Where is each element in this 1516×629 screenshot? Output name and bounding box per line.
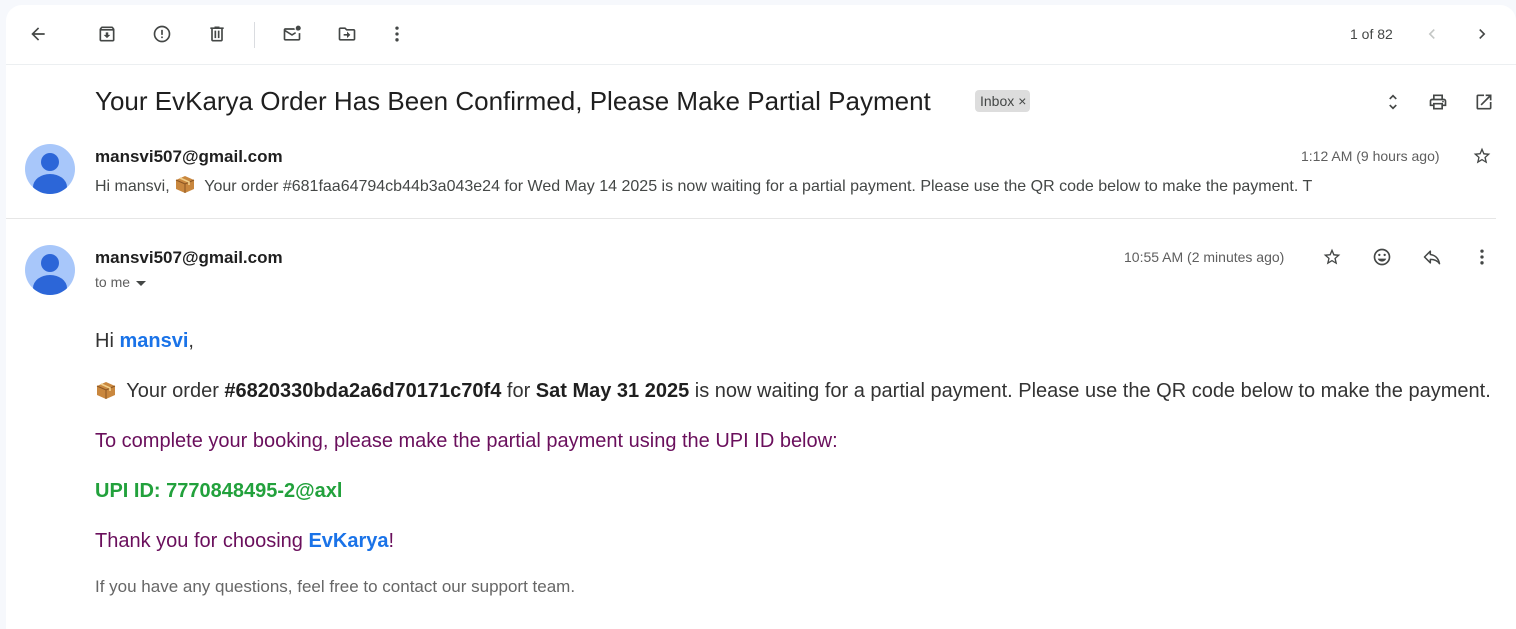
package-emoji-icon: [175, 176, 195, 193]
open-in-new-window-button[interactable]: [1464, 82, 1504, 122]
thank-you-line: Thank you for choosing EvKarya!: [95, 530, 394, 553]
star-icon: [1473, 147, 1491, 164]
expand-collapse-icon: [1389, 94, 1397, 110]
message-more-options-button[interactable]: [1462, 237, 1502, 277]
sender-avatar[interactable]: [25, 144, 75, 194]
star-button[interactable]: [1312, 237, 1352, 277]
star-icon: [1323, 248, 1341, 265]
upi-id: UPI ID: 7770848495-2@axl: [95, 480, 343, 502]
emoji-icon: [1373, 248, 1391, 266]
move-to-button[interactable]: [327, 14, 367, 54]
star-button[interactable]: [1462, 136, 1502, 176]
older-button[interactable]: [1462, 14, 1502, 54]
thanks-prefix: Thank you for choosing: [95, 530, 309, 552]
package-emoji-icon: [96, 382, 116, 399]
avatar-head-shape: [41, 153, 59, 171]
archive-icon: [99, 26, 115, 42]
mark-unread-icon: [283, 25, 301, 41]
report-spam-icon: [153, 25, 171, 43]
inbox-label-text: Inbox: [980, 93, 1015, 109]
mark-unread-button[interactable]: [272, 14, 312, 54]
print-button[interactable]: [1418, 82, 1458, 122]
greeting-suffix: ,: [188, 330, 194, 352]
order-text-end: is now waiting for a partial payment. Pl…: [689, 380, 1491, 402]
delete-button[interactable]: [197, 14, 237, 54]
move-to-icon: [338, 27, 356, 41]
delete-icon: [210, 26, 224, 42]
order-text-mid: for: [501, 380, 536, 402]
caret-down-icon: [136, 280, 147, 286]
order-id: #6820330bda2a6d70171c70f4: [224, 380, 502, 402]
payment-instruction: To complete your booking, please make th…: [95, 430, 838, 452]
more-vert-icon: [395, 26, 399, 42]
email-view: 1 of 82 Your EvKarya Order Has Been Conf…: [6, 5, 1516, 629]
recipient-text: to me: [95, 274, 131, 290]
email-subject: Your EvKarya Order Has Been Confirmed, P…: [95, 86, 931, 116]
message-divider: [6, 218, 1496, 219]
avatar-head-shape: [41, 254, 59, 272]
avatar-body-shape: [33, 275, 67, 295]
back-arrow-icon: [31, 27, 45, 41]
print-icon: [1429, 94, 1447, 110]
support-note: If you have any questions, feel free to …: [95, 577, 576, 596]
recipient-name: mansvi: [119, 330, 189, 352]
order-date: Sat May 31 2025: [535, 380, 690, 402]
toolbar-divider: [6, 64, 1516, 65]
order-status-line: Your order #6820330bda2a6d70171c70f4 for…: [95, 380, 1491, 403]
remove-label-button[interactable]: ×: [1018, 93, 1026, 109]
thanks-suffix: !: [388, 530, 395, 552]
newer-button[interactable]: [1412, 14, 1452, 54]
expand-all-button[interactable]: [1373, 82, 1413, 122]
message-snippet[interactable]: Hi mansvi, Your order #681faa64794cb44b3…: [95, 174, 1325, 196]
open-in-new-icon: [1476, 94, 1492, 110]
toolbar-separator: [254, 22, 255, 48]
order-text-start: Your order: [121, 380, 225, 402]
inbox-label-chip[interactable]: Inbox ×: [975, 90, 1031, 112]
recipient-details-toggle[interactable]: to me: [95, 274, 147, 290]
chevron-right-icon: [1479, 29, 1486, 39]
sender-avatar[interactable]: [25, 245, 75, 295]
message-time: 10:55 AM (2 minutes ago): [1124, 249, 1285, 265]
reply-icon: [1423, 250, 1441, 265]
report-spam-button[interactable]: [142, 14, 182, 54]
chevron-left-icon: [1428, 29, 1435, 39]
avatar-body-shape: [33, 174, 67, 194]
sender-email[interactable]: mansvi507@gmail.com: [95, 147, 283, 167]
sender-email[interactable]: mansvi507@gmail.com: [95, 248, 283, 268]
snippet-text-start: Hi mansvi,: [95, 178, 175, 195]
message-time: 1:12 AM (9 hours ago): [1301, 148, 1440, 164]
add-reaction-button[interactable]: [1362, 237, 1402, 277]
more-vert-icon: [1480, 249, 1484, 265]
pager-count: 1 of 82: [1350, 26, 1393, 42]
archive-button[interactable]: [87, 14, 127, 54]
brand-name: EvKarya: [308, 530, 389, 552]
more-options-button[interactable]: [377, 14, 417, 54]
snippet-text-end: Your order #681faa64794cb44b3a043e24 for…: [200, 178, 1313, 195]
reply-button[interactable]: [1412, 237, 1452, 277]
back-button[interactable]: [18, 14, 58, 54]
greeting-prefix: Hi: [95, 330, 120, 352]
greeting-line: Hi mansvi,: [95, 330, 194, 353]
